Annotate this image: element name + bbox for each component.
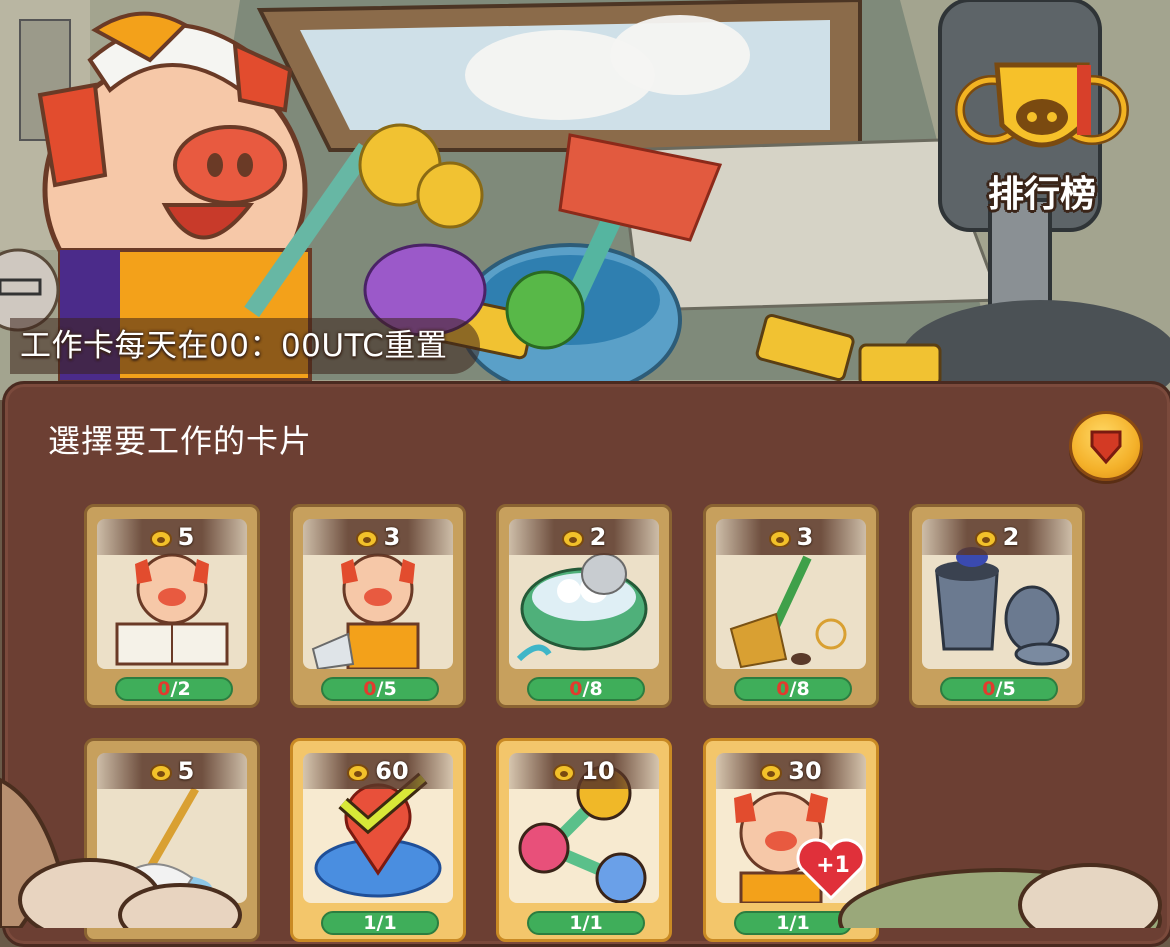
card-cost-value: 60: [375, 757, 409, 785]
card-progress: 0/2: [115, 677, 233, 701]
pig-coin-icon: [553, 764, 576, 781]
card-cost-value: 3: [796, 523, 814, 551]
card-cost-value: 30: [788, 757, 822, 785]
progress-total: 1/1: [569, 912, 603, 934]
leaderboard-label: 排行榜: [987, 174, 1096, 215]
progress-current: 0: [363, 678, 377, 700]
progress-total: 1/1: [776, 912, 810, 934]
card-progress: 1/1: [734, 911, 852, 935]
work-card[interactable]: 10 1/1: [496, 738, 672, 942]
card-progress: 0/5: [321, 677, 439, 701]
work-card[interactable]: 3 0/5: [290, 504, 466, 708]
card-cost: 2: [922, 519, 1072, 555]
pig-coin-icon: [149, 530, 172, 547]
card-cost-value: 3: [383, 523, 401, 551]
card-cost-value: 5: [177, 523, 195, 551]
work-card[interactable]: 3 0/8: [703, 504, 879, 708]
card-progress: 0/8: [734, 677, 852, 701]
progress-current: 0: [157, 678, 171, 700]
pig-coin-icon: [561, 530, 584, 547]
work-card[interactable]: 60 1/1: [290, 738, 466, 942]
card-cost-value: 2: [589, 523, 607, 551]
card-cost-value: 5: [177, 757, 195, 785]
game-scene: 工作卡每天在00：00UTC重置 排行榜: [0, 0, 1170, 400]
card-cost: 3: [716, 519, 866, 555]
card-progress: 1/1: [321, 911, 439, 935]
progress-total: 1/1: [363, 912, 397, 934]
card-cost: 5: [97, 519, 247, 555]
card-cost: 10: [509, 753, 659, 789]
trophy-icon: [955, 62, 1129, 148]
work-card[interactable]: 2 0/5: [909, 504, 1085, 708]
pig-coin-icon: [347, 764, 370, 781]
panel-title: 選擇要工作的卡片: [48, 422, 313, 460]
bonus-badge: +1: [816, 853, 850, 878]
collapse-button[interactable]: [1069, 411, 1143, 481]
progress-total: /5: [376, 678, 397, 700]
work-card[interactable]: +1 30 1/1: [703, 738, 879, 942]
card-progress: 0/5: [940, 677, 1058, 701]
card-cost: 2: [509, 519, 659, 555]
progress-total: /8: [582, 678, 603, 700]
chevron-down-icon: [1090, 430, 1122, 465]
pig-coin-icon: [768, 530, 791, 547]
work-card[interactable]: 5: [84, 738, 260, 942]
card-progress: 1/1: [527, 911, 645, 935]
card-cost-value: 2: [1002, 523, 1020, 551]
card-progress: 0/8: [527, 677, 645, 701]
progress-total: /5: [995, 678, 1016, 700]
progress-total: /8: [789, 678, 810, 700]
progress-total: /2: [170, 678, 191, 700]
work-card[interactable]: 2 0/8: [496, 504, 672, 708]
progress-current: 0: [569, 678, 583, 700]
progress-current: 0: [982, 678, 996, 700]
card-cost: 60: [303, 753, 453, 789]
pig-coin-icon: [149, 764, 172, 781]
work-card[interactable]: 5 0/2: [84, 504, 260, 708]
pig-coin-icon: [974, 530, 997, 547]
card-cost: 30: [716, 753, 866, 789]
card-cost-value: 10: [581, 757, 615, 785]
progress-current: 0: [776, 678, 790, 700]
pig-coin-icon: [355, 530, 378, 547]
card-cost: 3: [303, 519, 453, 555]
pig-coin-icon: [760, 764, 783, 781]
leaderboard-button[interactable]: 排行榜: [952, 55, 1132, 215]
card-cost: 5: [97, 753, 247, 789]
reset-notice-text: 工作卡每天在00：00UTC重置: [20, 328, 448, 364]
